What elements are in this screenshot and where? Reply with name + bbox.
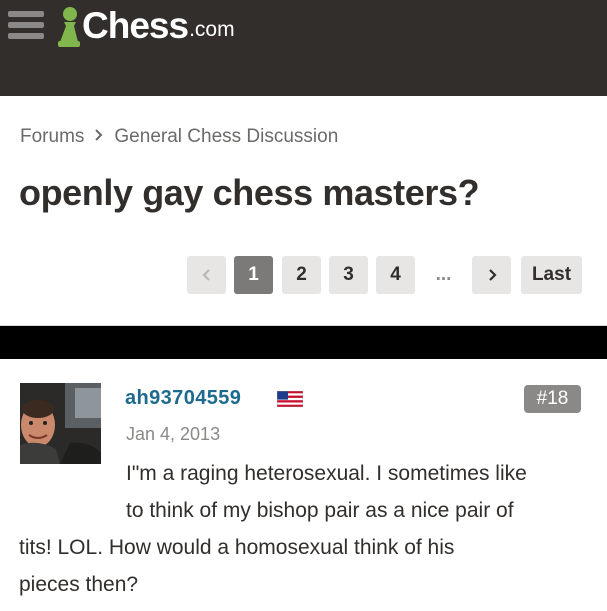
us-flag-icon xyxy=(277,391,303,407)
post-body-line: to think of my bishop pair as a nice pai… xyxy=(126,499,514,522)
page-title: openly gay chess masters? xyxy=(19,172,480,213)
post-username[interactable]: ah93704559 xyxy=(125,387,241,410)
logo-suffix: .com xyxy=(189,18,235,41)
breadcrumb-forums[interactable]: Forums xyxy=(20,126,84,148)
chevron-left-icon xyxy=(201,269,210,281)
thread-header: Forums General Chess Discussion openly g… xyxy=(0,96,607,326)
chess-com-logo[interactable]: Chess .com xyxy=(56,2,235,50)
chevron-right-icon xyxy=(94,128,104,147)
page-button-2[interactable]: 2 xyxy=(282,256,321,294)
last-page-button[interactable]: Last xyxy=(521,256,582,294)
chevron-right-icon xyxy=(488,269,497,281)
avatar[interactable] xyxy=(20,383,101,464)
post-body-line: tits! LOL. How would a homosexual think … xyxy=(19,536,455,559)
post-body-line: pieces then? xyxy=(19,573,139,596)
black-band xyxy=(0,326,607,359)
avatar-photo xyxy=(20,383,101,464)
page-button-4[interactable]: 4 xyxy=(376,256,415,294)
pagination-ellipsis: ... xyxy=(435,264,452,285)
prev-page-button[interactable] xyxy=(187,256,226,294)
page-button-3[interactable]: 3 xyxy=(329,256,368,294)
pawn-logo-icon xyxy=(58,7,80,47)
top-nav-bar: Chess .com xyxy=(0,0,607,96)
hamburger-menu-icon[interactable] xyxy=(8,6,46,44)
breadcrumb-general-chess-discussion[interactable]: General Chess Discussion xyxy=(114,126,338,148)
logo-text: Chess xyxy=(82,5,189,46)
next-page-button[interactable] xyxy=(472,256,511,294)
post-date: Jan 4, 2013 xyxy=(126,424,221,444)
post-body-line: I"m a raging heterosexual. I sometimes l… xyxy=(126,462,527,485)
forum-post: ah93704559 Jan 4, 2013 #18 I"m a raging … xyxy=(0,359,607,611)
breadcrumb: Forums General Chess Discussion xyxy=(20,126,338,148)
page-button-1[interactable]: 1 xyxy=(234,256,273,294)
post-number-badge[interactable]: #18 xyxy=(524,385,581,413)
